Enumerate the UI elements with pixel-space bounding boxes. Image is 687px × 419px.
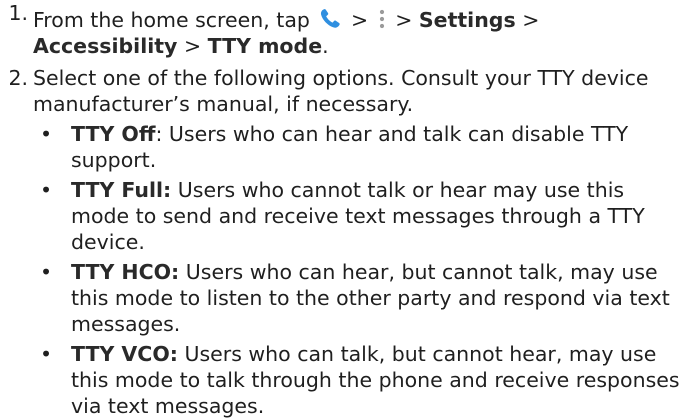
separator-4: > [177,34,202,58]
option-name: TTY Off [71,122,156,146]
bullet: • [40,178,53,202]
option-tty-hco: • TTY HCO: Users who can hear, but canno… [31,259,687,337]
step-2: 2. Select one of the following options. … [0,65,687,419]
bullet: • [40,122,53,146]
option-name: TTY VCO: [71,342,178,366]
bullet: • [40,342,53,366]
separator-2: > [395,8,419,32]
option-tty-vco: • TTY VCO: Users who can talk, but canno… [31,341,687,419]
steps-list: 1. From the home screen, tap > > Setting… [0,0,687,419]
phone-icon [318,8,342,30]
option-tty-off: • TTY Off: Users who can hear and talk c… [31,121,687,173]
separator-1: > [350,8,369,32]
option-name: TTY HCO: [71,260,180,284]
step-number: 1. [8,1,28,25]
option-tty-full: • TTY Full: Users who cannot talk or hea… [31,177,687,255]
accessibility-label: Accessibility [33,34,178,58]
tty-options-list: • TTY Off: Users who can hear and talk c… [33,121,687,419]
more-vertical-icon [377,8,387,30]
instructions-page: 1. From the home screen, tap > > Setting… [0,0,687,418]
step-1-end: . [322,34,329,58]
settings-label: Settings [418,8,516,32]
tty-mode-label: TTY mode [207,34,323,58]
option-name: TTY Full: [71,178,172,202]
bullet: • [40,260,53,284]
step-number: 2. [8,66,28,90]
separator-3: > [515,8,540,32]
step-1-text: From the home screen, tap [33,8,310,32]
step-2-text: Select one of the following options. Con… [33,66,649,116]
step-1: 1. From the home screen, tap > > Setting… [0,0,687,59]
